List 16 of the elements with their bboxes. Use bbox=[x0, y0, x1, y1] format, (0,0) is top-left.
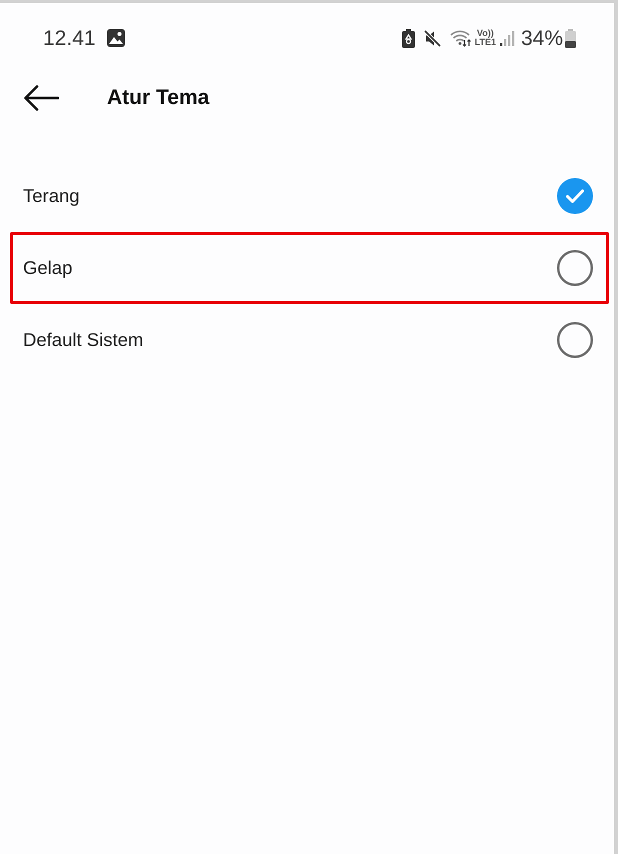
page-title: Atur Tema bbox=[107, 85, 210, 112]
back-button[interactable] bbox=[23, 84, 59, 112]
theme-option[interactable]: Terang bbox=[10, 160, 609, 232]
battery-icon bbox=[565, 28, 576, 48]
picture-icon bbox=[106, 29, 125, 47]
mute-icon bbox=[424, 30, 441, 46]
volte-text: Vo)) bbox=[476, 29, 494, 38]
lte-text: LTE1 bbox=[474, 38, 496, 47]
battery-percent: 34% bbox=[520, 28, 563, 48]
highlighted-theme-option[interactable]: Gelap bbox=[10, 232, 609, 304]
signal-icon bbox=[500, 30, 515, 46]
back-arrow-icon bbox=[24, 85, 58, 111]
wifi-icon bbox=[450, 29, 472, 47]
theme-option[interactable]: Default Sistem bbox=[10, 304, 609, 376]
battery-saver-icon bbox=[402, 28, 415, 48]
status-time: 12.41 bbox=[43, 28, 96, 48]
